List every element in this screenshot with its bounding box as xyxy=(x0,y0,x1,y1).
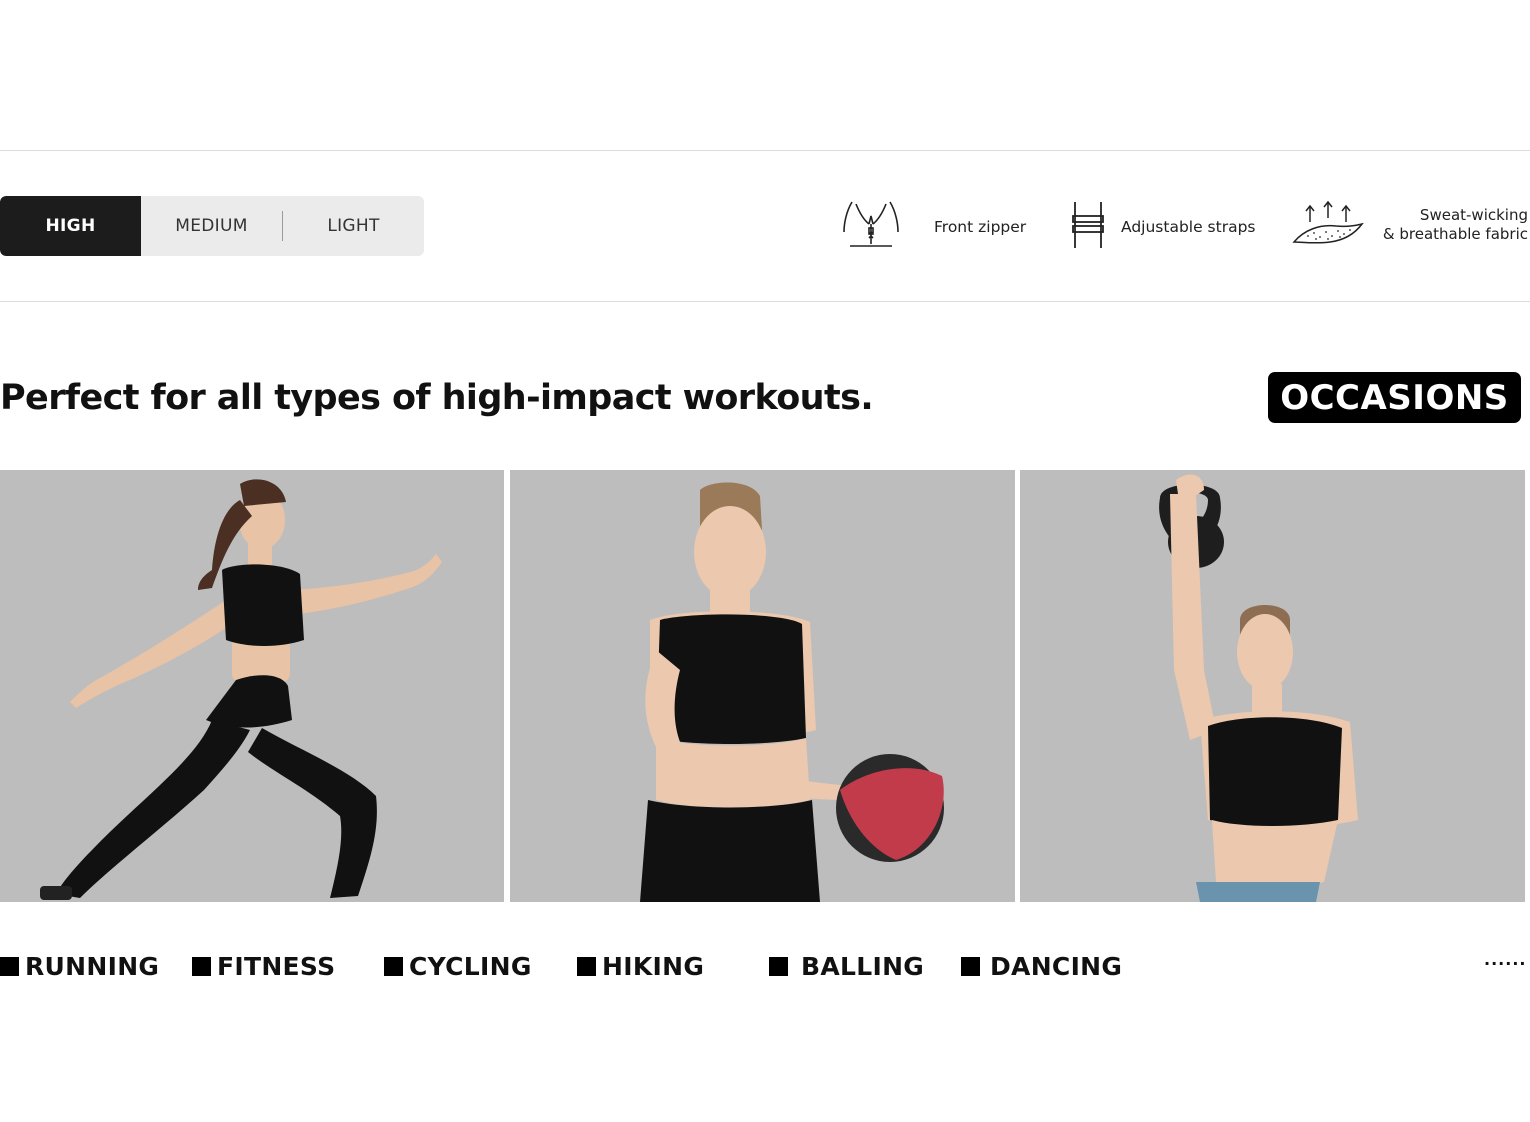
bullet-square-icon xyxy=(0,956,19,976)
bullet-square-icon xyxy=(769,956,788,976)
front-zipper-icon xyxy=(840,198,902,256)
tab-high[interactable]: HIGH xyxy=(0,196,141,256)
activity-label: DANCING xyxy=(990,951,1123,981)
activity-cycling: CYCLING xyxy=(384,948,532,984)
running-model-photo xyxy=(0,470,504,902)
sweat-wicking-icon xyxy=(1290,200,1364,250)
top-divider xyxy=(0,150,1530,151)
activity-label: RUNNING xyxy=(25,951,160,981)
activity-label: HIKING xyxy=(602,951,705,981)
activity-label: BALLING xyxy=(801,951,925,981)
adjustable-straps-label: Adjustable straps xyxy=(1121,218,1256,236)
feature-front-zipper: Front zipper xyxy=(840,198,1026,256)
kettlebell-model-photo xyxy=(1020,470,1525,902)
activities-list: RUNNING FITNESS CYCLING HIKING BALLING D… xyxy=(0,948,1530,984)
activity-fitness: FITNESS xyxy=(192,948,335,984)
more-ellipsis: ...... xyxy=(1484,950,1527,969)
tab-medium[interactable]: MEDIUM xyxy=(141,196,282,256)
sweat-wicking-label-line1: Sweat-wicking xyxy=(1419,206,1528,224)
activity-dancing: DANCING xyxy=(961,948,1122,984)
occasions-badge: OCCASIONS xyxy=(1268,372,1521,423)
medicine-ball-model-photo xyxy=(510,470,1015,902)
support-level-tabs: HIGH MEDIUM LIGHT xyxy=(0,196,424,256)
sweat-wicking-label-line2: & breathable fabric xyxy=(1382,225,1528,243)
tab-light[interactable]: LIGHT xyxy=(283,196,424,256)
feature-adjustable-straps: Adjustable straps xyxy=(1070,198,1256,256)
sweat-wicking-label: Sweat-wicking & breathable fabric xyxy=(1368,206,1528,244)
headline: Perfect for all types of high-impact wor… xyxy=(0,378,874,418)
activity-hiking: HIKING xyxy=(577,948,704,984)
adjustable-straps-icon xyxy=(1070,198,1106,256)
feature-sweat-wicking: Sweat-wicking & breathable fabric xyxy=(1290,200,1528,250)
activity-label: FITNESS xyxy=(217,951,336,981)
bottom-divider xyxy=(0,301,1530,302)
activity-balling: BALLING xyxy=(769,948,924,984)
bullet-square-icon xyxy=(384,956,403,976)
bullet-square-icon xyxy=(577,956,596,976)
front-zipper-label: Front zipper xyxy=(934,218,1027,236)
activity-running: RUNNING xyxy=(0,948,159,984)
activity-label: CYCLING xyxy=(409,951,532,981)
bullet-square-icon xyxy=(192,956,211,976)
bullet-square-icon xyxy=(961,956,980,976)
